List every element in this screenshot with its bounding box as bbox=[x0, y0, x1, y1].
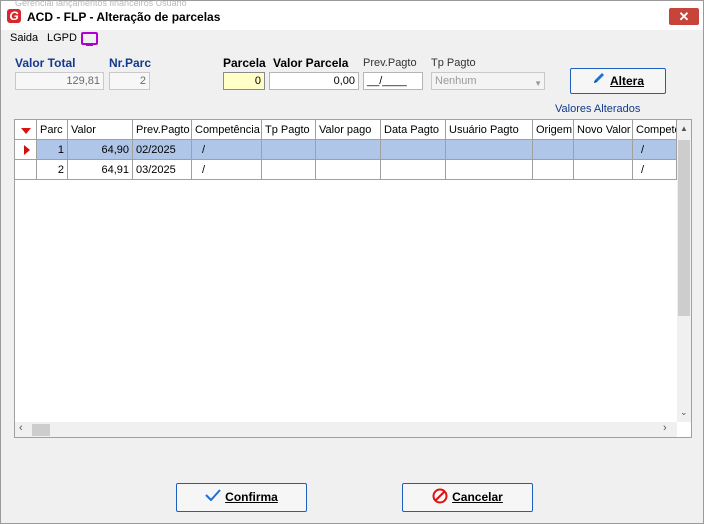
table-row-cell[interactable]: 02/2025 bbox=[133, 140, 192, 160]
pencil-icon bbox=[592, 69, 606, 93]
col-origem[interactable]: Origem bbox=[533, 120, 574, 140]
confirma-button[interactable]: Confirma bbox=[176, 483, 307, 512]
table-row-cell[interactable]: / bbox=[633, 140, 677, 160]
parcela-label: Parcela bbox=[223, 56, 266, 70]
table-row-cell[interactable] bbox=[533, 140, 574, 160]
menu-bar: Saida LGPD bbox=[1, 30, 703, 48]
col-prev-pagto[interactable]: Prev.Pagto bbox=[133, 120, 192, 140]
table-row-cell[interactable] bbox=[262, 160, 316, 180]
close-button[interactable]: ✕ bbox=[669, 8, 699, 25]
vertical-scroll-thumb[interactable] bbox=[678, 140, 690, 316]
col-competencia-2[interactable]: Competê bbox=[633, 120, 677, 140]
tp-pagto-selected: Nenhum bbox=[435, 75, 477, 87]
horizontal-scrollbar[interactable]: ‹ › bbox=[15, 422, 677, 437]
altera-button[interactable]: Altera bbox=[570, 68, 666, 94]
cancel-icon bbox=[432, 484, 448, 511]
table-row-cell[interactable] bbox=[316, 160, 381, 180]
col-valor-pago[interactable]: Valor pago bbox=[316, 120, 381, 140]
col-tp-pagto[interactable]: Tp Pagto bbox=[262, 120, 316, 140]
confirma-label: Confirma bbox=[225, 490, 278, 504]
table-row-cell[interactable]: 03/2025 bbox=[133, 160, 192, 180]
table-row-cell[interactable] bbox=[446, 140, 533, 160]
row-indicator[interactable] bbox=[15, 160, 37, 180]
app-logo-icon: G bbox=[7, 9, 21, 23]
table-row-cell[interactable]: 2 bbox=[37, 160, 68, 180]
table-row-cell[interactable] bbox=[316, 140, 381, 160]
table-row-cell[interactable] bbox=[574, 140, 633, 160]
current-row-arrow-icon bbox=[24, 145, 30, 155]
valor-parcela-input[interactable]: 0,00 bbox=[269, 72, 359, 90]
cancelar-button[interactable]: Cancelar bbox=[402, 483, 533, 512]
prev-pagto-input[interactable]: __/____ bbox=[363, 72, 423, 90]
valor-total-label: Valor Total bbox=[15, 56, 76, 70]
table-row-cell[interactable]: 64,91 bbox=[68, 160, 133, 180]
table-row-cell[interactable] bbox=[533, 160, 574, 180]
grid-indicator-header bbox=[15, 120, 37, 140]
valor-parcela-label: Valor Parcela bbox=[273, 56, 349, 70]
scroll-right-icon[interactable]: › bbox=[663, 422, 667, 434]
parcela-input[interactable]: 0 bbox=[223, 72, 265, 90]
table-row-cell[interactable] bbox=[262, 140, 316, 160]
dialog-window: Gerencial lançamentos financeiros Usuári… bbox=[0, 0, 704, 524]
background-ghost-text: Gerencial lançamentos financeiros Usuári… bbox=[15, 0, 187, 8]
tp-pagto-label: Tp Pagto bbox=[431, 57, 476, 69]
col-parc[interactable]: Parc bbox=[37, 120, 68, 140]
table-row-cell[interactable]: / bbox=[192, 140, 262, 160]
scroll-left-icon[interactable]: ‹ bbox=[19, 422, 23, 434]
row-indicator[interactable] bbox=[15, 140, 37, 160]
table-row-cell[interactable]: / bbox=[633, 160, 677, 180]
window-title: ACD - FLP - Alteração de parcelas bbox=[27, 10, 221, 24]
menu-saida[interactable]: Saida bbox=[10, 32, 38, 44]
title-bar: Gerencial lançamentos financeiros Usuári… bbox=[1, 0, 703, 31]
scroll-down-icon[interactable]: ⌄ bbox=[680, 407, 688, 418]
table-row-cell[interactable]: 1 bbox=[37, 140, 68, 160]
tp-pagto-select[interactable]: Nenhum ▼ bbox=[431, 72, 545, 90]
valores-alterados-label: Valores Alterados bbox=[555, 103, 641, 115]
valor-total-field: 129,81 bbox=[15, 72, 104, 90]
col-novo-valor[interactable]: Novo Valor bbox=[574, 120, 633, 140]
table-row-cell[interactable] bbox=[446, 160, 533, 180]
scroll-up-icon[interactable]: ▲ bbox=[680, 124, 688, 133]
prev-pagto-label: Prev.Pagto bbox=[363, 57, 417, 69]
table-row-cell[interactable] bbox=[381, 160, 446, 180]
col-data-pagto[interactable]: Data Pagto bbox=[381, 120, 446, 140]
monitor-icon[interactable] bbox=[81, 32, 98, 46]
nr-parc-label: Nr.Parc bbox=[109, 56, 152, 70]
table-row-cell[interactable]: / bbox=[192, 160, 262, 180]
menu-lgpd[interactable]: LGPD bbox=[47, 32, 77, 44]
nr-parc-field: 2 bbox=[109, 72, 150, 90]
checkmark-icon bbox=[205, 484, 221, 511]
parcelas-grid[interactable]: Parc Valor Prev.Pagto Competência Tp Pag… bbox=[14, 119, 692, 438]
vertical-scrollbar[interactable]: ▲ ⌄ bbox=[677, 120, 691, 422]
table-row-cell[interactable] bbox=[381, 140, 446, 160]
table-row-cell[interactable]: 64,90 bbox=[68, 140, 133, 160]
col-competencia[interactable]: Competência bbox=[192, 120, 262, 140]
sort-down-icon bbox=[21, 128, 31, 134]
table-row-cell[interactable] bbox=[574, 160, 633, 180]
cancelar-label: Cancelar bbox=[452, 490, 503, 504]
chevron-down-icon: ▼ bbox=[534, 79, 542, 88]
altera-label: Altera bbox=[609, 74, 644, 88]
col-valor[interactable]: Valor bbox=[68, 120, 133, 140]
col-usuario-pagto[interactable]: Usuário Pagto bbox=[446, 120, 533, 140]
horizontal-scroll-thumb[interactable] bbox=[32, 424, 50, 436]
